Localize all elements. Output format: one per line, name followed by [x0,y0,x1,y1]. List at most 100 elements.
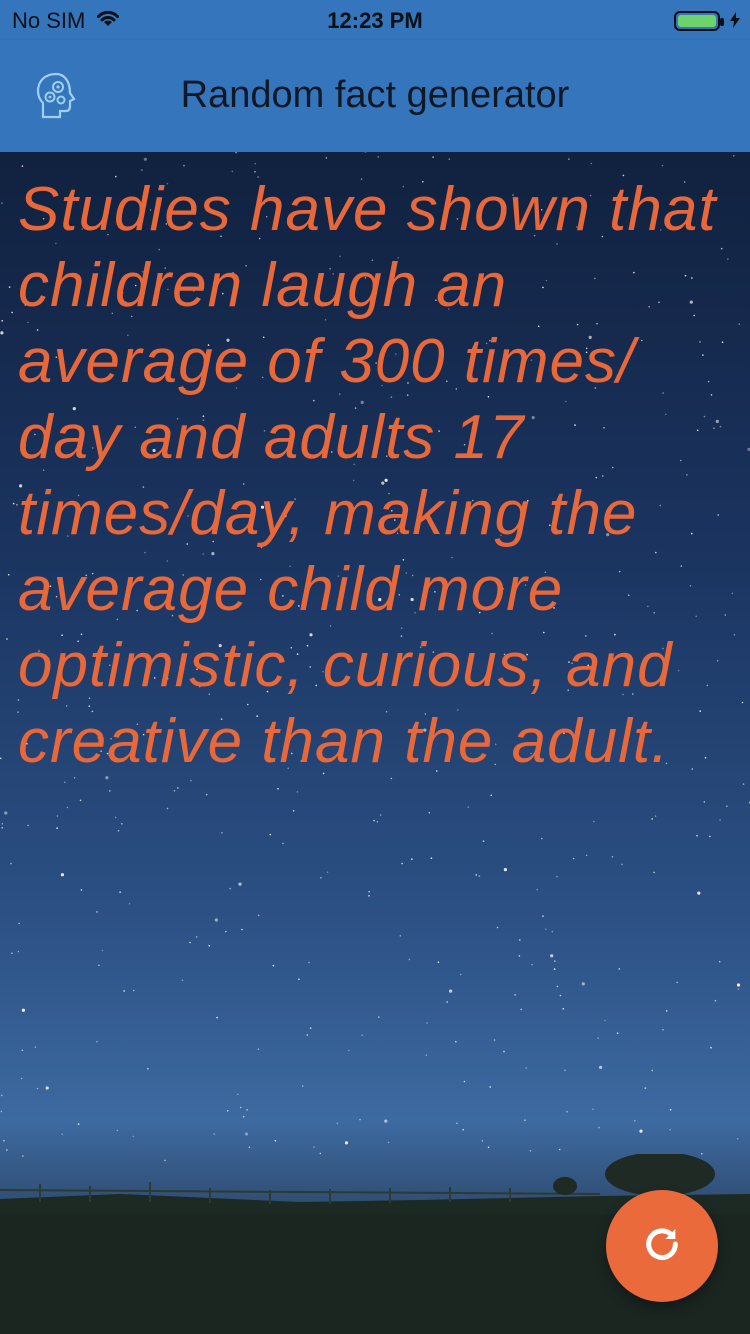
star [241,928,243,931]
star [3,1140,5,1142]
star [359,1118,361,1121]
star [733,633,736,636]
star [56,815,59,817]
star [411,858,413,860]
star [519,939,521,941]
star [190,779,192,782]
star [147,1068,149,1070]
star [373,819,375,822]
star [525,1067,527,1069]
star [11,311,13,314]
star [98,964,100,967]
star [80,889,83,891]
star [661,164,664,167]
star [177,787,179,789]
star [556,875,558,878]
star [1,320,3,322]
star [611,856,614,858]
star [221,832,223,834]
star [550,954,554,958]
star [662,1029,664,1031]
star [309,1027,312,1029]
star [12,502,15,505]
star [225,930,227,933]
star [597,1037,599,1039]
star [618,968,621,970]
star [455,1040,457,1043]
star [604,1019,606,1022]
star [77,1123,80,1125]
star [598,1126,600,1129]
star [269,833,272,836]
star [8,286,11,288]
star [481,1140,484,1142]
star [0,331,4,335]
star [572,857,575,860]
star [568,158,570,160]
bolt-icon [730,8,740,34]
fact-background: Studies have shown that children laugh a… [0,152,750,1334]
star [235,152,237,154]
star [306,1034,309,1036]
star [96,911,98,913]
star [425,1054,428,1056]
star [326,871,329,873]
star [237,1093,239,1096]
star [503,1050,505,1053]
star [599,1065,603,1069]
star [0,1094,3,1097]
star [384,1119,388,1123]
star [736,983,741,987]
star [566,1110,568,1113]
star [34,1046,37,1048]
star [226,1110,229,1112]
star [361,1034,364,1036]
star [541,837,543,840]
star [21,1008,25,1012]
star [0,1110,3,1113]
star [248,1146,251,1148]
star [490,794,493,797]
battery-icon [674,11,724,31]
star [132,1135,135,1138]
star [141,169,143,171]
star [117,829,120,832]
star [493,1039,496,1041]
star [531,963,533,966]
star [60,873,64,877]
refresh-icon [642,1224,682,1269]
app-bar: Random fact generator [0,40,750,152]
star [545,928,547,931]
star [590,162,593,165]
star [119,891,121,893]
star [478,875,481,877]
star [542,915,544,917]
star [449,989,453,993]
star [653,871,655,874]
star [709,835,711,838]
star [246,1109,248,1111]
star [301,1085,304,1087]
star [96,1040,98,1043]
star [741,701,744,704]
star [726,805,728,807]
star [36,1087,39,1090]
star [282,842,284,845]
star [503,868,507,872]
star [128,903,131,905]
star [697,891,701,895]
star [551,930,554,933]
star [195,936,198,938]
star [205,793,208,796]
star [738,323,740,325]
refresh-button[interactable] [606,1190,718,1302]
star [463,1080,466,1083]
star [719,819,721,821]
star [133,989,135,992]
star [6,638,8,640]
fact-text: Studies have shown that children laugh a… [18,175,717,776]
star [364,152,367,153]
star [621,863,623,866]
star [18,922,20,925]
star [344,1141,349,1145]
